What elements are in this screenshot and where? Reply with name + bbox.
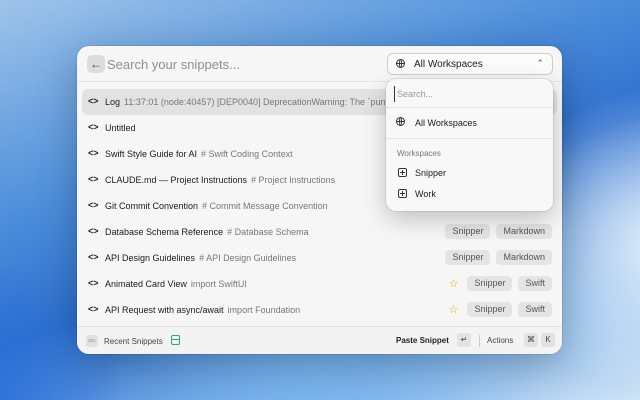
snippet-title-text: Animated Card View xyxy=(105,279,187,289)
snippet-tags: ☆ Snipper Swift xyxy=(449,276,552,291)
footer-bar: esc Recent Snippets Paste Snippet ↵ Acti… xyxy=(77,326,562,354)
snippet-title: Database Schema Reference # Database Sche… xyxy=(105,227,309,237)
code-icon: <> xyxy=(88,174,99,184)
snippet-title-text: API Design Guidelines xyxy=(105,253,196,263)
workspace-grid-icon xyxy=(398,168,407,177)
back-arrow-icon[interactable]: ← xyxy=(87,55,105,73)
snippet-preview: # API Design Guidelines xyxy=(199,253,297,263)
footer-divider xyxy=(479,335,480,347)
recent-snippets-label[interactable]: Recent Snippets xyxy=(104,337,163,346)
tag-badge: Markdown xyxy=(496,224,552,239)
snippet-row[interactable]: <> Database Schema Reference # Database Sc… xyxy=(82,219,557,245)
workspace-option-snipper[interactable]: Snipper xyxy=(392,163,547,182)
code-icon: <> xyxy=(88,122,99,132)
workspaces-section-heading: Workspaces xyxy=(397,149,441,158)
tag-badge: Snipper xyxy=(467,276,513,291)
workspace-grid-icon xyxy=(398,189,407,198)
snippet-title-text: Git Commit Convention xyxy=(105,201,199,211)
snippet-preview: 11:37:01 (node:40457) [DEP0040] Deprecat… xyxy=(124,97,400,107)
code-icon: <> xyxy=(88,304,99,314)
snippet-tags: Snipper Markdown xyxy=(445,224,552,239)
snippet-title-text: API Request with async/await xyxy=(105,305,224,315)
star-icon[interactable]: ☆ xyxy=(449,303,459,316)
snippet-title: Animated Card View import SwiftUI xyxy=(105,279,247,289)
code-icon: <> xyxy=(88,148,99,158)
code-icon: <> xyxy=(88,252,99,262)
snippet-tags: ☆ Snipper Swift xyxy=(449,302,552,317)
globe-icon xyxy=(396,59,405,68)
snippet-title: API Design Guidelines # API Design Guidel… xyxy=(105,253,296,263)
snippet-title-text: Untitled xyxy=(105,123,136,133)
enter-key-badge: ↵ xyxy=(457,333,471,347)
snippet-preview: import Foundation xyxy=(227,305,301,315)
snippet-title-text: Swift Style Guide for AI xyxy=(105,149,198,159)
workspace-option-work[interactable]: Work xyxy=(392,184,547,203)
database-icon[interactable] xyxy=(171,335,180,345)
snippet-title: Git Commit Convention # Commit Message Co… xyxy=(105,201,328,211)
code-icon: <> xyxy=(88,96,99,106)
all-workspaces-option[interactable]: All Workspaces xyxy=(392,113,547,133)
tag-badge: Swift xyxy=(518,276,552,291)
workspace-search-input[interactable] xyxy=(394,86,544,102)
workspace-select-label: All Workspaces xyxy=(414,59,483,70)
cmd-key-badge: ⌘ xyxy=(524,333,538,347)
workspace-select[interactable]: All Workspaces ⌃ xyxy=(387,53,553,75)
workspace-option-label: Work xyxy=(415,189,436,199)
app-logo: esc xyxy=(86,335,98,347)
code-icon: <> xyxy=(88,278,99,288)
code-icon: <> xyxy=(88,226,99,236)
snippet-title-text: Log xyxy=(105,97,121,107)
globe-icon xyxy=(396,117,405,126)
snippet-preview: # Project Instructions xyxy=(251,175,336,185)
chevron-up-icon: ⌃ xyxy=(536,58,544,68)
snippet-title-text: Database Schema Reference xyxy=(105,227,224,237)
tag-badge: Snipper xyxy=(445,224,491,239)
tag-badge: Swift xyxy=(518,302,552,317)
snippet-row[interactable]: <> Animated Card View import SwiftUI ☆ Snipp… xyxy=(82,271,557,297)
snippet-title: Untitled xyxy=(105,123,136,133)
snippet-title-text: CLAUDE.md — Project Instructions xyxy=(105,175,248,185)
code-icon: <> xyxy=(88,200,99,210)
snippet-preview: # Swift Coding Context xyxy=(201,149,293,159)
snippet-preview: import SwiftUI xyxy=(190,279,247,289)
tag-badge: Snipper xyxy=(445,250,491,265)
workspace-dropdown: All Workspaces Workspaces Snipper Work xyxy=(386,79,553,211)
search-input[interactable] xyxy=(107,54,367,74)
snippet-title: API Request with async/await import Found… xyxy=(105,305,300,315)
snippet-preview: # Database Schema xyxy=(227,227,309,237)
snippet-row[interactable]: <> API Request with async/await import Fou… xyxy=(82,297,557,323)
tag-badge: Snipper xyxy=(467,302,513,317)
actions-button[interactable]: Actions xyxy=(487,336,513,345)
star-icon[interactable]: ☆ xyxy=(449,277,459,290)
paste-snippet-button[interactable]: Paste Snippet xyxy=(396,336,449,345)
snippet-preview: # Commit Message Convention xyxy=(202,201,328,211)
k-key-badge: K xyxy=(541,333,555,347)
workspace-option-label: Snipper xyxy=(415,168,447,178)
snippet-title: Log 11:37:01 (node:40457) [DEP0040] Depre… xyxy=(105,97,400,107)
dropdown-divider xyxy=(386,138,553,139)
snippet-title: CLAUDE.md — Project Instructions # Projec… xyxy=(105,175,335,185)
snippet-tags: Snipper Markdown xyxy=(445,250,552,265)
snippet-row[interactable]: <> API Design Guidelines # API Design Guid… xyxy=(82,245,557,271)
dropdown-divider xyxy=(386,107,553,108)
all-workspaces-label: All Workspaces xyxy=(415,118,477,128)
snippet-title: Swift Style Guide for AI # Swift Coding C… xyxy=(105,149,293,159)
search-bar: ← All Workspaces ⌃ xyxy=(77,46,562,82)
tag-badge: Markdown xyxy=(496,250,552,265)
